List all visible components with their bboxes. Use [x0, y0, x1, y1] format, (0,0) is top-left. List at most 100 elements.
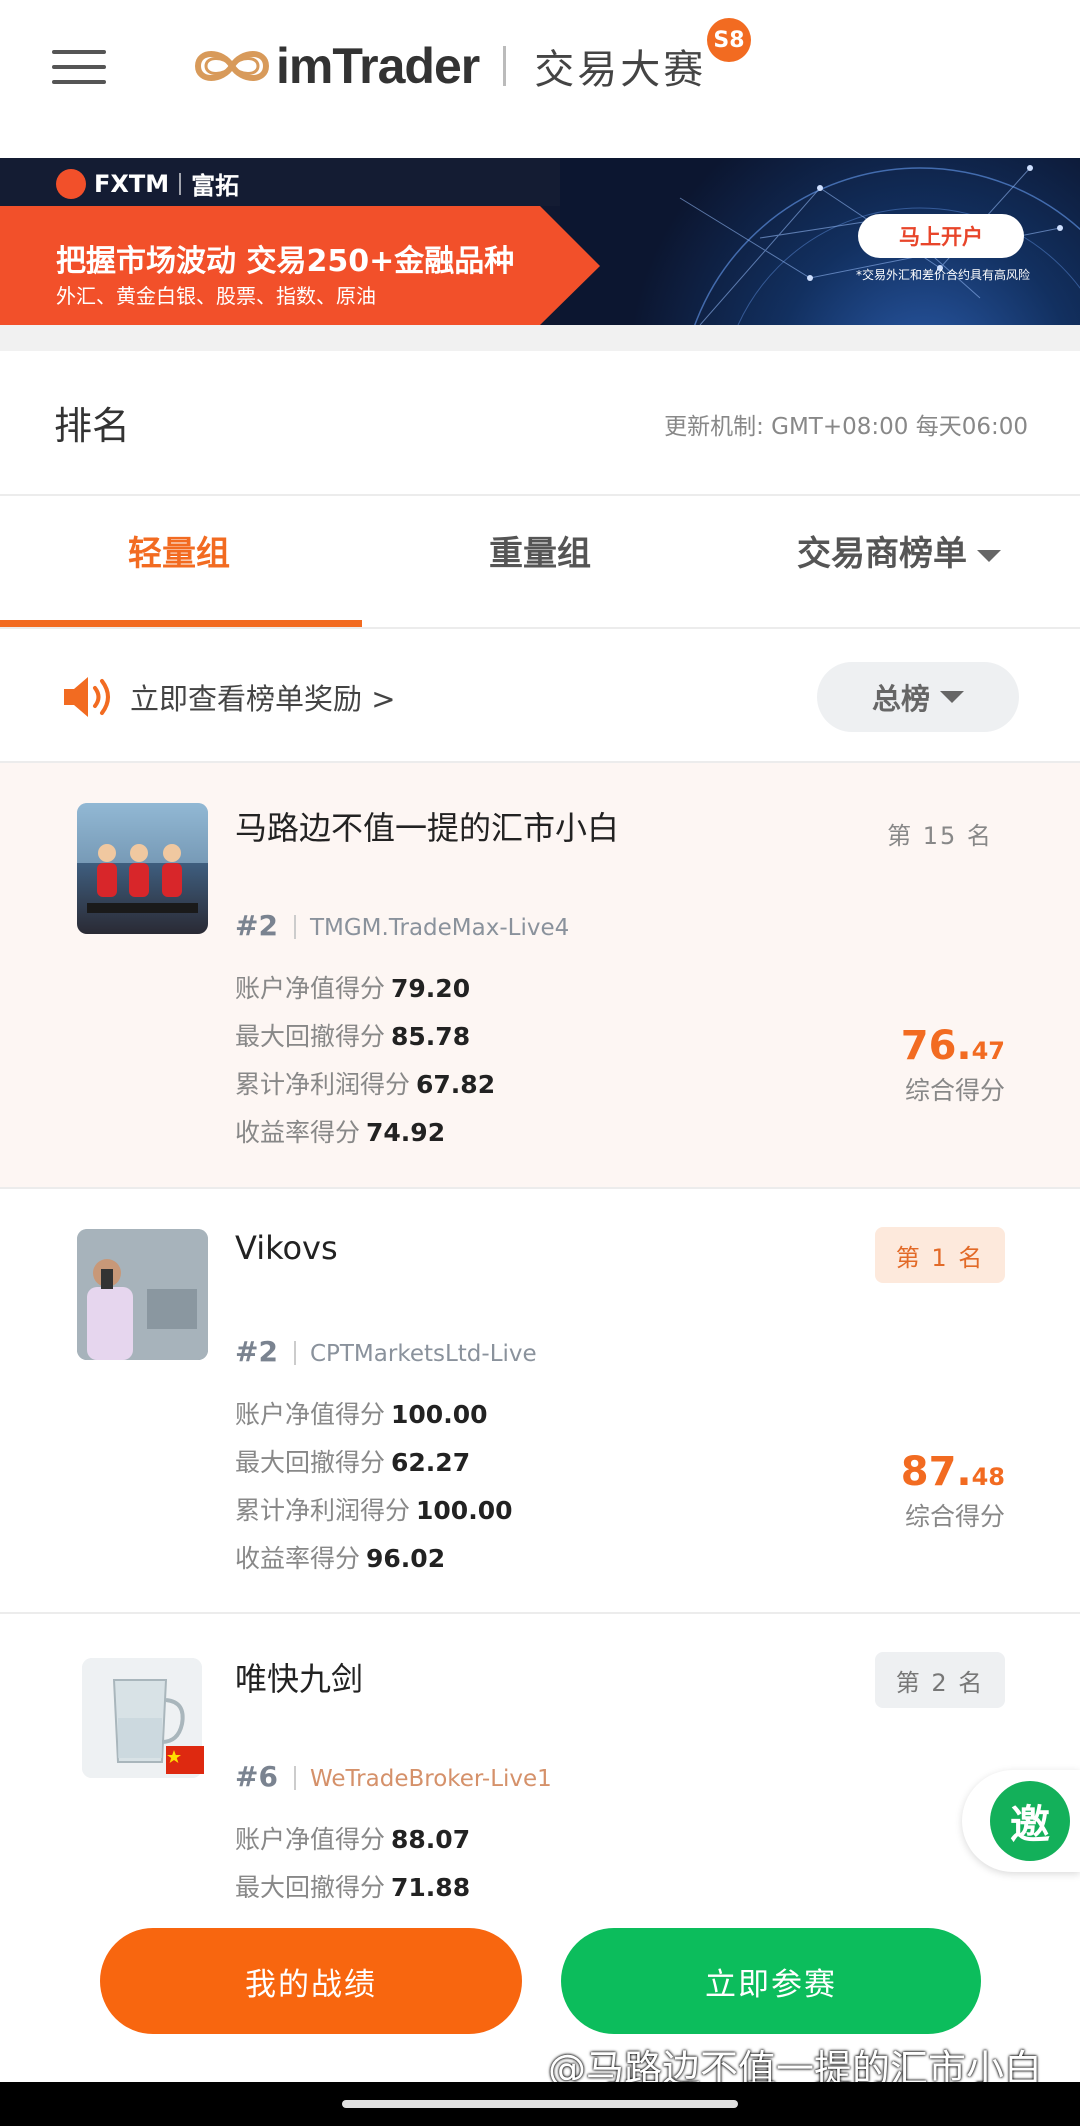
score-label: 综合得分 — [904, 1076, 1005, 1105]
stat-value: 67.82 — [416, 1070, 496, 1099]
home-indicator[interactable] — [342, 2100, 738, 2108]
stat-label: 账户净值得分 — [235, 1825, 386, 1854]
stat-net-profit: 累计净利润得分 67.82 — [235, 1065, 495, 1101]
stat-value: 100.00 — [416, 1496, 513, 1525]
separator — [293, 915, 296, 939]
separator — [293, 1341, 296, 1365]
tab-lightweight[interactable]: 轻量组 — [128, 526, 230, 575]
stat-label: 累计净利润得分 — [235, 1070, 411, 1099]
stat-label: 累计净利润得分 — [235, 1496, 411, 1525]
score-decimal: 47 — [971, 1037, 1005, 1065]
stat-value: 71.88 — [391, 1873, 471, 1900]
stat-value: 96.02 — [366, 1544, 446, 1573]
ranking-title: 排名 — [54, 404, 131, 448]
season-badge: S8 — [707, 18, 751, 62]
avatar-photo — [77, 803, 208, 913]
trader-name[interactable]: 唯快九剑 — [235, 1654, 363, 1700]
brand-name: imTrader — [276, 38, 480, 94]
fxtm-logo: FXTM 富拓 — [56, 166, 239, 201]
stat-label: 最大回撤得分 — [235, 1022, 386, 1051]
brand-separator — [179, 172, 182, 195]
trader-name[interactable]: Vikovs — [235, 1229, 338, 1267]
contest-name: 交易大赛 — [534, 47, 707, 93]
rank-badge: 第 2 名 — [875, 1652, 1005, 1708]
banner-subline: 外汇、黄金白银、股票、指数、原油 — [56, 284, 376, 308]
rank-badge: 第 1 名 — [875, 1227, 1005, 1283]
caret-down-icon — [977, 549, 1001, 562]
stat-value: 74.92 — [366, 1118, 446, 1147]
stat-label: 收益率得分 — [235, 1544, 361, 1573]
stat-label: 最大回撤得分 — [235, 1873, 386, 1900]
team-broker: #2 TMGM.TradeMax-Live4 — [235, 909, 569, 942]
invite-button[interactable]: 邀 — [990, 1781, 1070, 1861]
imtrader-logo: imTrader 交易大赛 — [192, 38, 706, 94]
ad-banner[interactable]: FXTM 富拓 把握市场波动 交易250+金融品种 外汇、黄金白银、股票、指数、… — [0, 158, 1080, 325]
stat-drawdown: 最大回撤得分 71.88 — [235, 1868, 470, 1900]
broker-server: WeTradeBroker-Live1 — [309, 1766, 552, 1792]
composite-score: 76.47 综合得分 — [901, 1023, 1005, 1107]
ranking-card[interactable]: Vikovs 第 1 名 #2 CPTMarketsLtd-Live 账户净值得分… — [0, 1189, 1080, 1612]
app-header: imTrader 交易大赛 S8 — [0, 0, 1080, 158]
stat-drawdown: 最大回撤得分 85.78 — [235, 1017, 470, 1053]
stat-value: 85.78 — [391, 1022, 471, 1051]
tab-heavyweight[interactable]: 重量组 — [489, 526, 591, 575]
stat-equity: 账户净值得分 88.07 — [235, 1820, 470, 1856]
update-rule: 更新机制: GMT+08:00 每天06:00 — [664, 414, 1028, 440]
avatar — [77, 1229, 208, 1360]
score-decimal: 48 — [971, 1463, 1005, 1491]
logo-divider — [503, 46, 507, 86]
stat-label: 收益率得分 — [235, 1118, 361, 1147]
banner-headline: 把握市场波动 交易250+金融品种 — [56, 244, 515, 279]
score-integer: 76. — [900, 1023, 972, 1069]
china-flag-icon — [166, 1746, 204, 1774]
risk-disclaimer: *交易外汇和差价合约具有高风险 — [856, 268, 1031, 282]
stat-label: 最大回撤得分 — [235, 1448, 386, 1477]
divider — [0, 627, 1080, 629]
stat-equity: 账户净值得分 79.20 — [235, 969, 470, 1005]
open-account-button[interactable]: 马上开户 — [858, 214, 1024, 258]
ranking-card[interactable]: 唯快九剑 第 2 名 #6 WeTradeBroker-Live1 账户净值得分 8… — [0, 1614, 1080, 1900]
ranking-filter-label: 总榜 — [871, 682, 930, 716]
team-broker: #6 WeTradeBroker-Live1 — [235, 1760, 552, 1793]
ranking-filter-select[interactable]: 总榜 — [817, 662, 1019, 732]
active-tab-indicator — [0, 620, 362, 627]
join-now-button[interactable]: 立即参赛 — [561, 1928, 981, 2034]
stat-value: 100.00 — [391, 1400, 488, 1429]
broker-server: CPTMarketsLtd-Live — [309, 1341, 537, 1367]
stat-net-profit: 累计净利润得分 100.00 — [235, 1491, 513, 1527]
tab-broker-ranking[interactable]: 交易商榜单 — [797, 526, 1001, 575]
stat-drawdown: 最大回撤得分 62.27 — [235, 1443, 470, 1479]
stat-return: 收益率得分 96.02 — [235, 1539, 445, 1575]
team-number: #2 — [235, 1335, 278, 1368]
fxtm-logo-icon — [56, 168, 86, 199]
score-label: 综合得分 — [904, 1502, 1005, 1531]
speaker-icon — [64, 677, 110, 717]
trader-name[interactable]: 马路边不值一提的汇市小白 — [235, 803, 619, 849]
stat-value: 88.07 — [391, 1825, 471, 1854]
infinity-logo-icon — [194, 51, 270, 81]
stat-return: 收益率得分 74.92 — [235, 1113, 445, 1149]
fxtm-brand-cn: 富拓 — [191, 172, 240, 200]
stat-value: 79.20 — [391, 974, 471, 1003]
rank-badge: 第 15 名 — [887, 821, 993, 850]
caret-down-icon — [940, 691, 964, 703]
tab-broker-ranking-label: 交易商榜单 — [797, 534, 967, 574]
ranking-card-self[interactable]: 马路边不值一提的汇市小白 第 15 名 #2 TMGM.TradeMax-Live… — [0, 763, 1080, 1187]
avatar — [77, 803, 208, 934]
fxtm-brand: FXTM — [94, 169, 170, 198]
team-number: #6 — [235, 1760, 278, 1793]
hamburger-menu-icon[interactable] — [52, 50, 106, 86]
stat-label: 账户净值得分 — [235, 1400, 386, 1429]
divider — [0, 494, 1080, 496]
view-rewards-link[interactable]: 立即查看榜单奖励 > — [130, 676, 396, 718]
section-gap — [0, 325, 1080, 351]
stat-equity: 账户净值得分 100.00 — [235, 1395, 488, 1431]
broker-server: TMGM.TradeMax-Live4 — [309, 915, 570, 941]
stat-label: 账户净值得分 — [235, 974, 386, 1003]
team-broker: #2 CPTMarketsLtd-Live — [235, 1335, 537, 1368]
composite-score: 87.48 综合得分 — [901, 1449, 1005, 1533]
separator — [293, 1766, 296, 1790]
score-integer: 87. — [900, 1449, 972, 1495]
team-number: #2 — [235, 909, 278, 942]
my-record-button[interactable]: 我的战绩 — [100, 1928, 522, 2034]
